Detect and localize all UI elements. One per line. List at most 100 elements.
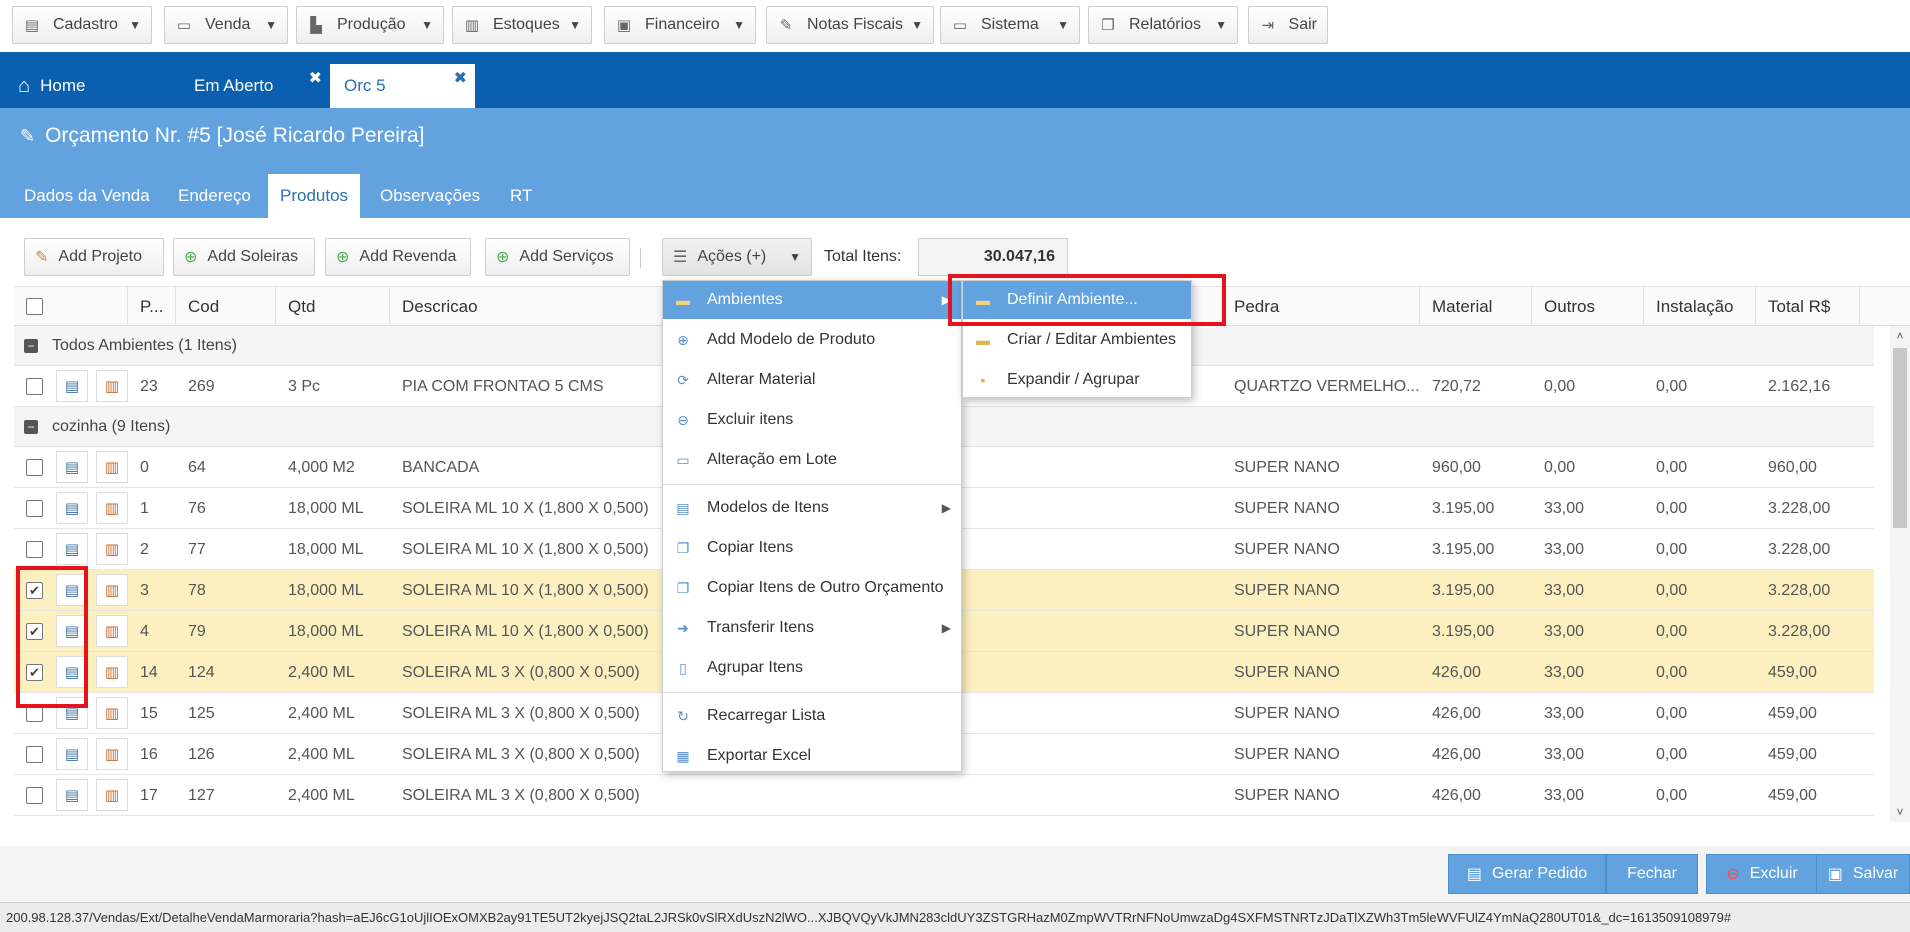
cell-outros: 33,00 [1544, 786, 1585, 804]
menu-relatrios-button[interactable]: ❐ Relatórios ▼ [1088, 6, 1238, 44]
menu-sair-button[interactable]: ⇥ Sair [1248, 6, 1328, 44]
menu-item-4[interactable]: ▭ Alteração em Lote [663, 441, 961, 479]
edit-item-icon[interactable]: ▤ [56, 779, 88, 811]
edit-item-icon[interactable]: ▤ [56, 533, 88, 565]
menu-financeiro-button[interactable]: ▣ Financeiro ▼ [604, 6, 756, 44]
submenu-item-2[interactable]: ▪ Expandir / Agrupar [963, 361, 1191, 399]
row-checkbox[interactable] [26, 459, 43, 476]
add-circle-icon: ⊕ [677, 331, 689, 348]
submenu-item-1[interactable]: ▬ Criar / Editar Ambientes [963, 321, 1191, 359]
item-detail-icon[interactable]: ▥ [96, 615, 128, 647]
group-label: Todos Ambientes (1 Itens) [52, 336, 237, 354]
select-all-checkbox[interactable] [26, 298, 43, 315]
menu-item-0[interactable]: ▬ Ambientes ▶ [663, 281, 961, 319]
subtab-4[interactable]: RT [498, 174, 544, 218]
column-header-material[interactable]: Material [1420, 287, 1532, 327]
scroll-down-icon[interactable]: ˅ [1890, 802, 1910, 822]
footer-bar: ▤ Gerar Pedido Fechar ⊖ Excluir ▣ Salvar [0, 846, 1910, 902]
menu-item-10[interactable]: ↻ Recarregar Lista [663, 697, 961, 735]
row-checkbox[interactable] [26, 787, 43, 804]
tab-home[interactable]: ⌂ Home [0, 64, 170, 108]
edit-item-icon[interactable]: ▤ [56, 451, 88, 483]
chevron-down-icon: ▼ [1215, 18, 1227, 32]
cell-total: 459,00 [1768, 786, 1817, 804]
column-header-instalacao[interactable]: Instalação [1644, 287, 1756, 327]
menu-item-6[interactable]: ❐ Copiar Itens [663, 529, 961, 567]
close-icon[interactable]: ✖ [454, 68, 467, 88]
scroll-up-icon[interactable]: ˄ [1890, 326, 1910, 346]
logout-icon: ⇥ [1261, 17, 1275, 34]
cell-p: 3 [140, 581, 149, 599]
column-header-cod[interactable]: Cod [176, 287, 276, 327]
item-detail-icon[interactable]: ▥ [96, 779, 128, 811]
collapse-icon[interactable]: − [24, 338, 38, 353]
menu-item-2[interactable]: ⟳ Alterar Material [663, 361, 961, 399]
menu-estoques-button[interactable]: ▥ Estoques ▼ [452, 6, 592, 44]
fechar-button[interactable]: Fechar [1606, 854, 1698, 894]
cell-cod: 127 [188, 786, 215, 804]
menu-item-label: Add Modelo de Produto [707, 331, 876, 348]
acoes-menu: ▬ Ambientes ▶ ⊕ Add Modelo de Produto ⟳ Altera… [662, 280, 962, 772]
column-header-outros[interactable]: Outros [1532, 287, 1644, 327]
cell-qtd: 18,000 ML [288, 499, 364, 517]
column-header-qtd[interactable]: Qtd [276, 287, 390, 327]
menu-item-7[interactable]: ❐ Copiar Itens de Outro Orçamento [663, 569, 961, 607]
acoes-button[interactable]: ☰ Ações (+) ▼ [662, 238, 812, 276]
menu-label: Sair [1288, 16, 1317, 33]
grid-scrollbar[interactable]: ˄ ˅ [1890, 326, 1910, 822]
row-checkbox[interactable] [26, 378, 43, 395]
edit-item-icon[interactable]: ▤ [56, 492, 88, 524]
item-detail-icon[interactable]: ▥ [96, 656, 128, 688]
gerar-pedido-button[interactable]: ▤ Gerar Pedido [1448, 854, 1606, 894]
row-checkbox[interactable] [26, 541, 43, 558]
tab-home-label: Home [40, 76, 86, 95]
scroll-thumb[interactable] [1893, 348, 1907, 528]
item-detail-icon[interactable]: ▥ [96, 370, 128, 402]
collapse-icon[interactable]: − [24, 419, 38, 434]
column-header-total[interactable]: Total R$ [1756, 287, 1860, 327]
cell-total: 3.228,00 [1768, 581, 1831, 599]
row-checkbox[interactable] [26, 746, 43, 763]
column-header-pedra[interactable]: Pedra [1222, 287, 1420, 327]
cell-total: 3.228,00 [1768, 540, 1831, 558]
add-soleiras-button[interactable]: ⊕ Add Soleiras [173, 238, 315, 276]
menu-item-3[interactable]: ⊖ Excluir itens [663, 401, 961, 439]
column-header-p[interactable]: P... [128, 287, 176, 327]
item-detail-icon[interactable]: ▥ [96, 451, 128, 483]
menu-item-9[interactable]: ▯ Agrupar Itens [663, 649, 961, 687]
close-icon[interactable]: ✖ [309, 68, 322, 88]
salvar-button[interactable]: ▣ Salvar [1816, 854, 1910, 894]
add-servicos-button[interactable]: ⊕ Add Serviços [485, 238, 630, 276]
item-detail-icon[interactable]: ▥ [96, 492, 128, 524]
cell-instalacao: 0,00 [1656, 499, 1688, 517]
menu-notasfiscais-button[interactable]: ✎ Notas Fiscais ▼ [766, 6, 934, 44]
menu-item-5[interactable]: ▤ Modelos de Itens ▶ [663, 489, 961, 527]
edit-item-icon[interactable]: ▤ [56, 738, 88, 770]
menu-cadastro-button[interactable]: ▤ Cadastro ▼ [12, 6, 152, 44]
add-revenda-button[interactable]: ⊕ Add Revenda [325, 238, 471, 276]
row-checkbox[interactable] [26, 500, 43, 517]
window-icon: ▭ [676, 451, 690, 468]
menu-item-11[interactable]: ▦ Exportar Excel [663, 737, 961, 775]
tab-orc-5[interactable]: Orc 5 ✖ [330, 64, 475, 108]
menu-item-1[interactable]: ⊕ Add Modelo de Produto [663, 321, 961, 359]
subtab-3[interactable]: Observações [368, 174, 492, 218]
subtab-0[interactable]: Dados da Venda [12, 174, 162, 218]
item-detail-icon[interactable]: ▥ [96, 533, 128, 565]
cell-qtd: 2,400 ML [288, 704, 355, 722]
item-detail-icon[interactable]: ▥ [96, 738, 128, 770]
table-row[interactable]: ▤ ▥ 17 127 2,400 ML SOLEIRA ML 3 X (0,800 X 0… [14, 775, 1874, 816]
subtab-1[interactable]: Endereço [166, 174, 263, 218]
subtab-2[interactable]: Produtos [268, 174, 361, 218]
excluir-button[interactable]: ⊖ Excluir [1706, 854, 1818, 894]
cell-p: 17 [140, 786, 158, 804]
menu-venda-button[interactable]: ▭ Venda ▼ [164, 6, 288, 44]
item-detail-icon[interactable]: ▥ [96, 697, 128, 729]
add-projeto-button[interactable]: ✎ Add Projeto [24, 238, 164, 276]
menu-item-8[interactable]: ➜ Transferir Itens ▶ [663, 609, 961, 647]
menu-sistema-button[interactable]: ▭ Sistema ▼ [940, 6, 1080, 44]
edit-item-icon[interactable]: ▤ [56, 370, 88, 402]
item-detail-icon[interactable]: ▥ [96, 574, 128, 606]
menu-produo-button[interactable]: ▙ Produção ▼ [296, 6, 444, 44]
tab-em-aberto[interactable]: Em Aberto ✖ [170, 64, 322, 108]
